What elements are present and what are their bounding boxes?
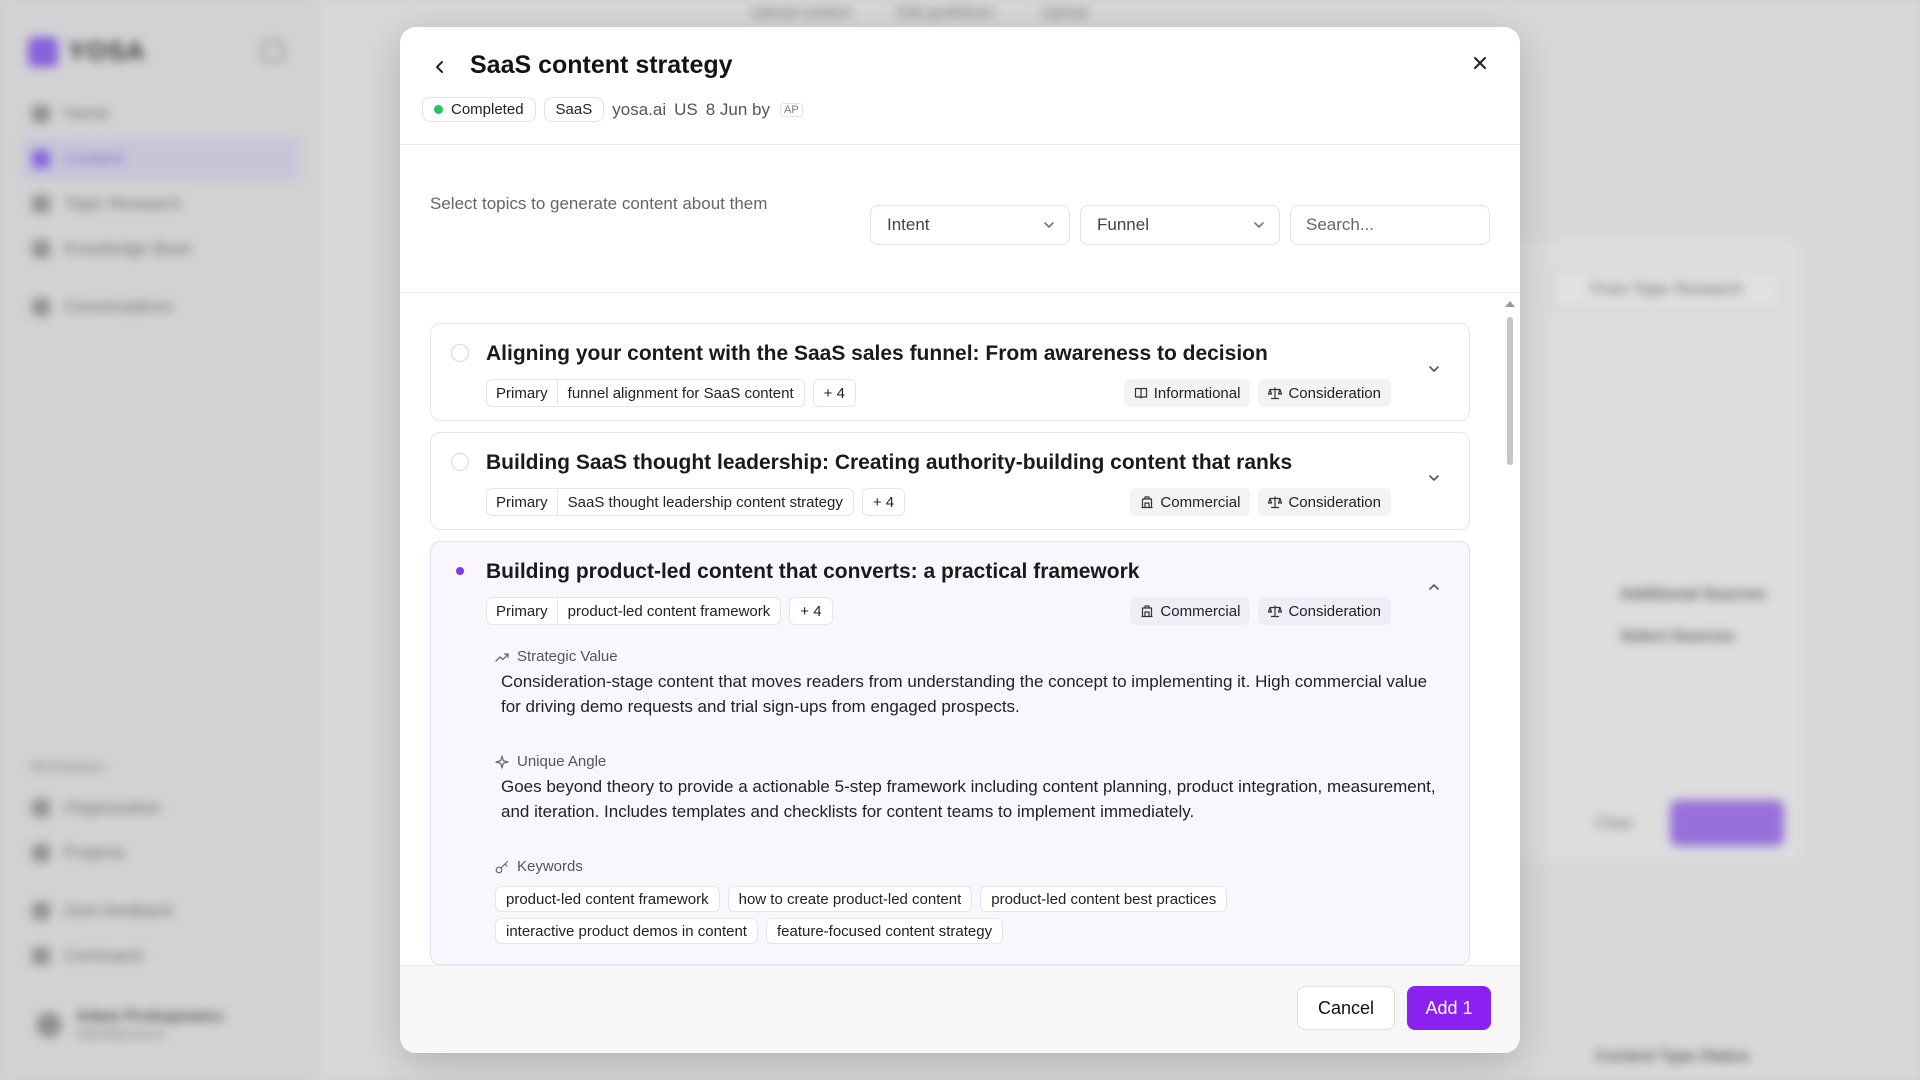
close-icon: [1474, 57, 1486, 69]
topic-select-modal: SaaS content strategy Completed SaaS yos…: [400, 27, 1520, 1053]
stage-badge: Consideration: [1258, 379, 1391, 407]
domain-text: yosa.ai: [612, 99, 667, 119]
more-keywords-tag[interactable]: + 4: [789, 597, 833, 625]
stage-badge: Consideration: [1258, 488, 1391, 516]
topic-card-selected[interactable]: Building product-led content that conver…: [430, 541, 1470, 965]
modal-footer: Cancel Add 1: [400, 965, 1520, 1053]
topic-radio[interactable]: [451, 453, 469, 471]
topic-title: Aligning your content with the SaaS sale…: [486, 342, 1268, 365]
keywords-heading: Keywords: [495, 858, 583, 875]
chevron-down-icon: [1429, 475, 1439, 481]
topic-tags: Primary funnel alignment for SaaS content…: [486, 379, 856, 407]
country-text: US: [674, 99, 698, 119]
chevron-down-icon: [1429, 366, 1439, 372]
modal-header: SaaS content strategy Completed SaaS yos…: [400, 27, 1520, 145]
scrollbar[interactable]: [1505, 301, 1515, 991]
back-button[interactable]: [428, 55, 452, 79]
topic-badges: Informational Consideration: [1123, 379, 1391, 407]
topic-list: Aligning your content with the SaaS sale…: [400, 293, 1520, 993]
strategic-value-heading: Strategic Value: [495, 648, 618, 665]
topic-radio-selected[interactable]: [451, 562, 469, 580]
chevron-left-icon: [436, 61, 443, 73]
status-badge: Completed: [422, 97, 536, 122]
expand-chevron[interactable]: [1425, 469, 1443, 487]
sparkles-icon: [495, 754, 509, 769]
instruction-text: Select topics to generate content about …: [430, 194, 768, 213]
status-dot-icon: [434, 105, 443, 114]
modal-title: SaaS content strategy: [470, 51, 733, 79]
topic-title: Building SaaS thought leadership: Creati…: [486, 451, 1293, 474]
category-badge: SaaS: [543, 97, 605, 122]
unique-angle-text: Goes beyond theory to provide a actionab…: [501, 777, 1436, 821]
collapse-chevron[interactable]: [1425, 578, 1443, 596]
trending-up-icon: [495, 652, 509, 662]
close-button[interactable]: [1466, 49, 1494, 77]
unique-angle-heading: Unique Angle: [495, 753, 606, 770]
keyword-chip: product-led content framework: [495, 886, 720, 912]
chevron-up-icon: [1429, 584, 1439, 590]
topic-badges: Commercial Consideration: [1130, 597, 1391, 625]
author-avatar: AP: [780, 102, 803, 117]
topic-tags: Primary product-led content framework + 4: [486, 597, 833, 625]
scale-icon: [1268, 387, 1283, 400]
topic-badges: Commercial Consideration: [1130, 488, 1391, 516]
more-keywords-tag[interactable]: + 4: [861, 488, 906, 516]
scroll-thumb[interactable]: [1507, 317, 1513, 465]
keyword-chip: product-led content best practices: [980, 886, 1228, 912]
stage-badge: Consideration: [1258, 597, 1391, 625]
primary-keyword-tag: Primary funnel alignment for SaaS content: [486, 379, 805, 407]
intent-badge: Commercial: [1130, 488, 1251, 516]
add-button[interactable]: Add 1: [1407, 986, 1491, 1030]
book-icon: [1134, 387, 1147, 399]
strategy-meta: Completed SaaS yosa.ai US 8 Jun by AP: [422, 97, 803, 122]
strategic-value-text: Consideration-stage content that moves r…: [501, 672, 1428, 716]
keyword-chip: interactive product demos in content: [495, 918, 758, 944]
primary-keyword-tag: Primary SaaS thought leadership content s…: [486, 488, 854, 516]
keyword-chip: feature-focused content strategy: [765, 918, 1004, 944]
keyword-chip: how to create product-led content: [727, 886, 973, 912]
intent-badge: Commercial: [1130, 597, 1251, 625]
chevron-down-icon: [1254, 222, 1264, 228]
building-icon: [1141, 605, 1153, 618]
primary-keyword-tag: Primary product-led content framework: [486, 597, 782, 625]
scale-icon: [1268, 496, 1283, 509]
funnel-select[interactable]: Funnel: [1080, 205, 1280, 245]
more-keywords-tag[interactable]: + 4: [812, 379, 856, 407]
keyword-list: product-led content framework how to cre…: [495, 886, 1375, 944]
date-text: 8 Jun by: [705, 99, 771, 119]
expand-chevron[interactable]: [1425, 360, 1443, 378]
topic-radio[interactable]: [451, 344, 469, 362]
topic-card[interactable]: Aligning your content with the SaaS sale…: [430, 323, 1470, 421]
cancel-button[interactable]: Cancel: [1297, 986, 1395, 1030]
building-icon: [1141, 496, 1153, 509]
key-icon: [495, 860, 509, 873]
chevron-down-icon: [1044, 222, 1054, 228]
intent-select[interactable]: Intent: [870, 205, 1070, 245]
scroll-up-icon[interactable]: [1505, 301, 1515, 307]
topic-tags: Primary SaaS thought leadership content s…: [486, 488, 906, 516]
intent-badge: Informational: [1123, 379, 1251, 407]
topic-card[interactable]: Building SaaS thought leadership: Creati…: [430, 432, 1470, 530]
search-input[interactable]: [1290, 205, 1490, 245]
scale-icon: [1268, 605, 1283, 618]
topic-title: Building product-led content that conver…: [486, 560, 1140, 583]
